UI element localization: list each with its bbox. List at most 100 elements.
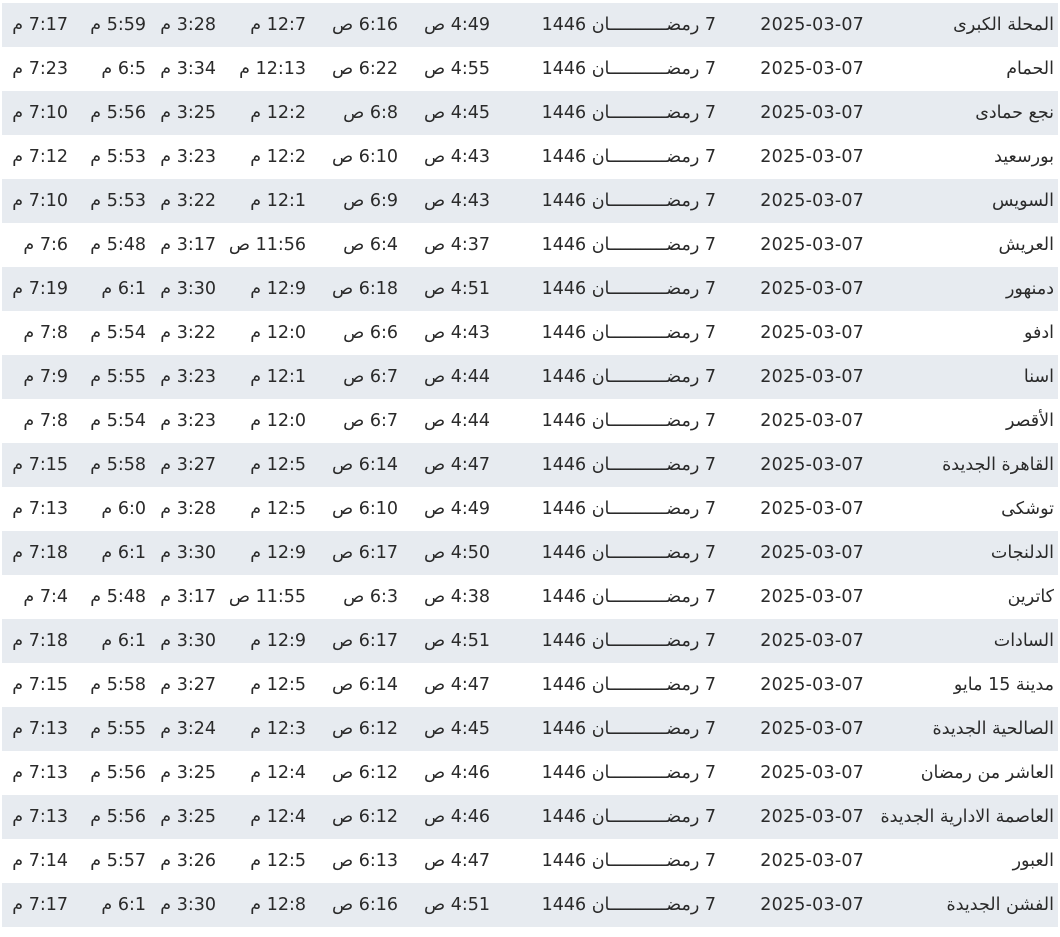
maghrib-time: 5:54 م	[90, 411, 146, 431]
maghrib-time: 5:56 م	[90, 103, 146, 123]
maghrib-time: 6:1 م	[101, 895, 146, 915]
asr-time: 3:30 م	[160, 895, 216, 915]
sunrise-time: 6:17 ص	[331, 543, 398, 563]
sunrise-time: 6:17 ص	[331, 631, 398, 651]
gregorian-date: 2025-03-07	[760, 147, 864, 167]
table-row: السادات 2025-03-07 7 رمضـــــــــــان 14…	[2, 619, 1058, 663]
asr-time: 3:22 م	[160, 191, 216, 211]
hijri-date: 7 رمضـــــــــــان 1446	[541, 543, 716, 563]
table-row: الصالحية الجديدة 2025-03-07 7 رمضـــــــ…	[2, 707, 1058, 751]
dhuhr-time: 12:5 م	[250, 675, 306, 695]
city-name: السويس	[991, 191, 1054, 211]
gregorian-date: 2025-03-07	[760, 763, 864, 783]
isha-time: 7:17 م	[12, 15, 68, 35]
city-name: الأقصر	[1005, 411, 1054, 431]
maghrib-time: 6:1 م	[101, 631, 146, 651]
city-name: ادفو	[1023, 323, 1054, 343]
hijri-date: 7 رمضـــــــــــان 1446	[541, 631, 716, 651]
maghrib-time: 5:59 م	[90, 15, 146, 35]
city-name: دمنهور	[1005, 279, 1054, 299]
hijri-date: 7 رمضـــــــــــان 1446	[541, 235, 716, 255]
city-name: توشكى	[1001, 499, 1054, 519]
fajr-time: 4:38 ص	[423, 587, 490, 607]
table-row: المحلة الكبرى 2025-03-07 7 رمضــــــــــ…	[2, 3, 1058, 47]
gregorian-date: 2025-03-07	[760, 15, 864, 35]
sunrise-time: 6:10 ص	[331, 147, 398, 167]
sunrise-time: 6:22 ص	[331, 59, 398, 79]
isha-time: 7:18 م	[12, 631, 68, 651]
dhuhr-time: 12:4 م	[250, 763, 306, 783]
dhuhr-time: 12:1 م	[250, 191, 306, 211]
city-name: السادات	[993, 631, 1054, 651]
table-row: ادفو 2025-03-07 7 رمضـــــــــــان 1446 …	[2, 311, 1058, 355]
table-row: العريش 2025-03-07 7 رمضـــــــــــان 144…	[2, 223, 1058, 267]
maghrib-time: 5:57 م	[90, 851, 146, 871]
hijri-date: 7 رمضـــــــــــان 1446	[541, 499, 716, 519]
gregorian-date: 2025-03-07	[760, 411, 864, 431]
sunrise-time: 6:7 ص	[343, 411, 398, 431]
city-name: كاترين	[1007, 587, 1054, 607]
isha-time: 7:23 م	[12, 59, 68, 79]
gregorian-date: 2025-03-07	[760, 587, 864, 607]
isha-time: 7:13 م	[12, 807, 68, 827]
table-row: بورسعيد 2025-03-07 7 رمضـــــــــــان 14…	[2, 135, 1058, 179]
isha-time: 7:14 م	[12, 851, 68, 871]
sunrise-time: 6:4 ص	[343, 235, 398, 255]
city-name: اسنا	[1023, 367, 1054, 387]
isha-time: 7:15 م	[12, 455, 68, 475]
asr-time: 3:23 م	[160, 411, 216, 431]
isha-time: 7:6 م	[23, 235, 68, 255]
dhuhr-time: 12:7 م	[250, 15, 306, 35]
table-row: الدلنجات 2025-03-07 7 رمضـــــــــــان 1…	[2, 531, 1058, 575]
table-row: توشكى 2025-03-07 7 رمضـــــــــــان 1446…	[2, 487, 1058, 531]
gregorian-date: 2025-03-07	[760, 631, 864, 651]
gregorian-date: 2025-03-07	[760, 367, 864, 387]
table-row: العاشر من رمضان 2025-03-07 7 رمضــــــــ…	[2, 751, 1058, 795]
sunrise-time: 6:9 ص	[343, 191, 398, 211]
dhuhr-time: 12:13 م	[239, 59, 306, 79]
table-row: نجع حمادى 2025-03-07 7 رمضـــــــــــان …	[2, 91, 1058, 135]
hijri-date: 7 رمضـــــــــــان 1446	[541, 147, 716, 167]
maghrib-time: 5:55 م	[90, 719, 146, 739]
fajr-time: 4:46 ص	[423, 763, 490, 783]
hijri-date: 7 رمضـــــــــــان 1446	[541, 279, 716, 299]
maghrib-time: 6:5 م	[101, 59, 146, 79]
sunrise-time: 6:18 ص	[331, 279, 398, 299]
hijri-date: 7 رمضـــــــــــان 1446	[541, 851, 716, 871]
fajr-time: 4:47 ص	[423, 851, 490, 871]
gregorian-date: 2025-03-07	[760, 807, 864, 827]
asr-time: 3:17 م	[160, 235, 216, 255]
hijri-date: 7 رمضـــــــــــان 1446	[541, 367, 716, 387]
asr-time: 3:28 م	[160, 499, 216, 519]
fajr-time: 4:44 ص	[423, 411, 490, 431]
dhuhr-time: 12:0 م	[250, 411, 306, 431]
dhuhr-time: 12:5 م	[250, 499, 306, 519]
maghrib-time: 5:53 م	[90, 147, 146, 167]
table-row: الفشن الجديدة 2025-03-07 7 رمضــــــــــ…	[2, 883, 1058, 927]
fajr-time: 4:55 ص	[423, 59, 490, 79]
isha-time: 7:13 م	[12, 719, 68, 739]
isha-time: 7:8 م	[23, 411, 68, 431]
sunrise-time: 6:10 ص	[331, 499, 398, 519]
maghrib-time: 5:48 م	[90, 235, 146, 255]
fajr-time: 4:50 ص	[423, 543, 490, 563]
city-name: بورسعيد	[994, 147, 1054, 167]
isha-time: 7:10 م	[12, 103, 68, 123]
fajr-time: 4:43 ص	[423, 191, 490, 211]
isha-time: 7:18 م	[12, 543, 68, 563]
dhuhr-time: 12:9 م	[250, 631, 306, 651]
hijri-date: 7 رمضـــــــــــان 1446	[541, 59, 716, 79]
sunrise-time: 6:8 ص	[343, 103, 398, 123]
hijri-date: 7 رمضـــــــــــان 1446	[541, 15, 716, 35]
dhuhr-time: 12:2 م	[250, 103, 306, 123]
isha-time: 7:10 م	[12, 191, 68, 211]
table-row: مدينة 15 مايو 2025-03-07 7 رمضــــــــــ…	[2, 663, 1058, 707]
fajr-time: 4:51 ص	[423, 631, 490, 651]
city-name: الصالحية الجديدة	[932, 719, 1054, 739]
asr-time: 3:24 م	[160, 719, 216, 739]
maghrib-time: 6:1 م	[101, 279, 146, 299]
maghrib-time: 5:58 م	[90, 455, 146, 475]
sunrise-time: 6:16 ص	[331, 15, 398, 35]
asr-time: 3:28 م	[160, 15, 216, 35]
sunrise-time: 6:7 ص	[343, 367, 398, 387]
